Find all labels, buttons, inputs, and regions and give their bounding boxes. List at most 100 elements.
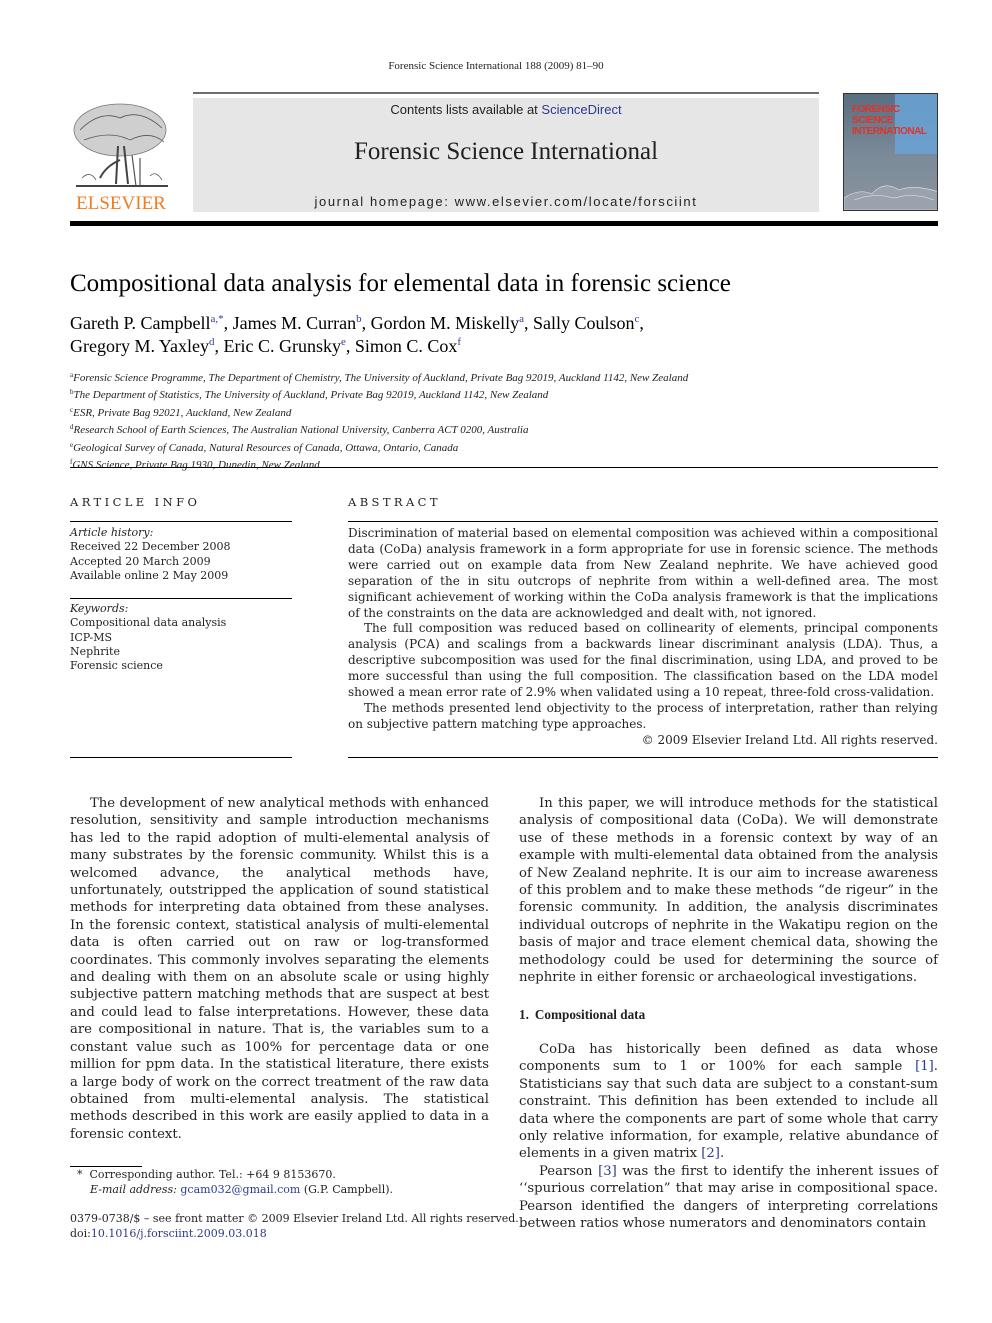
author-list: Gareth P. Campbella,*, James M. Curranb,… (70, 313, 644, 334)
affiliation: aForensic Science Programme, The Departm… (70, 368, 688, 385)
email-label: E-mail address: (90, 1182, 181, 1196)
cover-title-line: SCIENCE (852, 115, 893, 126)
email-owner: (G.P. Campbell). (300, 1182, 394, 1196)
divider (70, 467, 938, 468)
journal-homepage-link[interactable]: journal homepage: www.elsevier.com/locat… (193, 194, 819, 209)
body-paragraph: CoDa has historically been defined as da… (519, 1041, 938, 1163)
affiliation-text: The Department of Statistics, The Univer… (73, 389, 549, 402)
author-name: James M. Curran (232, 313, 357, 333)
citation-link[interactable]: [2] (701, 1146, 720, 1161)
contents-line: Contents lists available at ScienceDirec… (193, 102, 819, 117)
footnote-rule (70, 1166, 142, 1167)
author-separator: , (345, 336, 355, 356)
cover-title-line: FORENSIC (852, 104, 900, 115)
text-run: CoDa has historically been defined as da… (519, 1041, 938, 1075)
sciencedirect-link[interactable]: ScienceDirect (541, 102, 621, 117)
cover-title-line: INTERNATIONAL (852, 126, 927, 137)
abstract-paragraph: Discrimination of material based on elem… (348, 526, 938, 620)
author-affiliation-link[interactable]: a,* (210, 313, 223, 325)
elsevier-logo[interactable]: ELSEVIER (70, 100, 172, 214)
citation-link[interactable]: [1] (915, 1059, 934, 1074)
author-separator: , (223, 313, 233, 333)
section-heading: 1. Compositional data (519, 1006, 938, 1023)
author-separator: , (361, 313, 371, 333)
history-item: Received 22 December 2008 (70, 540, 231, 554)
author-separator: , (524, 313, 533, 333)
elsevier-tree-icon (70, 100, 172, 192)
affiliation: fGNS Science, Private Bag 1930, Dunedin,… (70, 455, 688, 472)
doi-line: doi:10.1016/j.forsciint.2009.03.018 (70, 1227, 519, 1242)
text-run: . (719, 1146, 725, 1162)
abstract-body: Discrimination of material based on elem… (348, 526, 938, 749)
author-list: Gregory M. Yaxleyd, Eric C. Grunskye, Si… (70, 336, 461, 357)
article-history: Article history: Received 22 December 20… (70, 526, 230, 583)
running-head: Forensic Science International 188 (2009… (388, 60, 604, 72)
footnote-line: * Corresponding author. Tel.: +64 9 8153… (70, 1168, 393, 1183)
affiliation: dResearch School of Earth Sciences, The … (70, 420, 688, 437)
masthead-top-rule (193, 92, 819, 94)
text-run: . Statisticians say that such data are s… (519, 1059, 938, 1162)
email-link[interactable]: gcam032@gmail.com (180, 1183, 300, 1196)
cover-title: FORENSIC SCIENCE INTERNATIONAL (852, 104, 927, 137)
issn-line: 0379-0738/$ – see front matter © 2009 El… (70, 1212, 519, 1225)
affiliation: bThe Department of Statistics, The Unive… (70, 385, 688, 402)
affiliation-text: ESR, Private Bag 92021, Auckland, New Ze… (73, 406, 292, 419)
divider (70, 521, 292, 522)
journal-name: Forensic Science International (353, 138, 659, 165)
body-column-left: The development of new analytical method… (70, 795, 489, 1143)
front-matter: 0379-0738/$ – see front matter © 2009 El… (70, 1212, 519, 1241)
abstract-paragraph: The methods presented lend objectivity t… (348, 700, 938, 731)
contents-prefix: Contents lists available at (390, 102, 542, 117)
footnote-star: * (77, 1168, 83, 1181)
history-label: Article history: (70, 526, 154, 539)
journal-cover-image[interactable]: FORENSIC SCIENCE INTERNATIONAL (843, 93, 938, 211)
keyword: ICP-MS (70, 630, 113, 644)
body-paragraph: The development of new analytical method… (70, 796, 489, 1142)
history-item: Accepted 20 March 2009 (70, 554, 211, 568)
abstract-heading: ABSTRACT (348, 495, 441, 509)
doi-prefix: doi: (70, 1226, 91, 1240)
article-info-heading: ARTICLE INFO (70, 495, 201, 509)
journal-masthead: Contents lists available at ScienceDirec… (193, 98, 819, 212)
keywords: Keywords: Compositional data analysis IC… (70, 602, 226, 673)
affiliation-text: Research School of Earth Sciences, The A… (73, 424, 529, 437)
footnote-line: E-mail address: gcam032@gmail.com (G.P. … (70, 1183, 393, 1198)
cover-illustration-icon (844, 185, 937, 210)
author-name: Gordon M. Miskelly (370, 313, 520, 333)
text-run: Pearson (539, 1163, 599, 1179)
body-paragraph: Pearson [3] was the first to identify th… (519, 1163, 938, 1233)
corresponding-author-footnote: * Corresponding author. Tel.: +64 9 8153… (70, 1168, 393, 1197)
author-name: Gregory M. Yaxley (70, 336, 209, 356)
section-number: 1. (519, 1007, 529, 1023)
abstract-paragraph: The full composition was reduced based o… (348, 621, 938, 700)
section-title: Compositional data (534, 1007, 646, 1023)
masthead-bottom-rule (70, 221, 938, 226)
divider (70, 598, 292, 599)
body-paragraph: In this paper, we will introduce methods… (519, 796, 938, 986)
author-affiliation-link[interactable]: f (457, 336, 461, 348)
author-name: Eric C. Grunsky (223, 336, 341, 356)
author-separator: , (639, 313, 644, 333)
author-separator: , (214, 336, 224, 356)
article-title: Compositional data analysis for elementa… (70, 270, 731, 297)
keyword: Nephrite (70, 644, 120, 658)
keyword: Forensic science (70, 659, 163, 673)
footnote-text: Corresponding author. Tel.: +64 9 815367… (89, 1168, 336, 1181)
doi-link[interactable]: 10.1016/j.forsciint.2009.03.018 (91, 1227, 267, 1240)
affiliations: aForensic Science Programme, The Departm… (70, 368, 688, 472)
body-column-right: In this paper, we will introduce methods… (519, 795, 938, 1232)
affiliation: eGeological Survey of Canada, Natural Re… (70, 438, 688, 455)
divider (348, 521, 938, 522)
author-name: Simon C. Cox (354, 336, 458, 356)
citation-link[interactable]: [3] (598, 1164, 617, 1179)
affiliation-text: Forensic Science Programme, The Departme… (73, 372, 689, 384)
author-name: Gareth P. Campbell (70, 313, 211, 333)
affiliation-text: GNS Science, Private Bag 1930, Dunedin, … (72, 459, 320, 472)
affiliation: cESR, Private Bag 92021, Auckland, New Z… (70, 403, 688, 420)
divider (70, 757, 292, 758)
history-item: Available online 2 May 2009 (70, 568, 229, 582)
author-name: Sally Coulson (533, 313, 635, 333)
affiliation-text: Geological Survey of Canada, Natural Res… (73, 441, 459, 454)
keyword: Compositional data analysis (70, 616, 227, 630)
copyright: © 2009 Elsevier Ireland Ltd. All rights … (641, 732, 938, 747)
